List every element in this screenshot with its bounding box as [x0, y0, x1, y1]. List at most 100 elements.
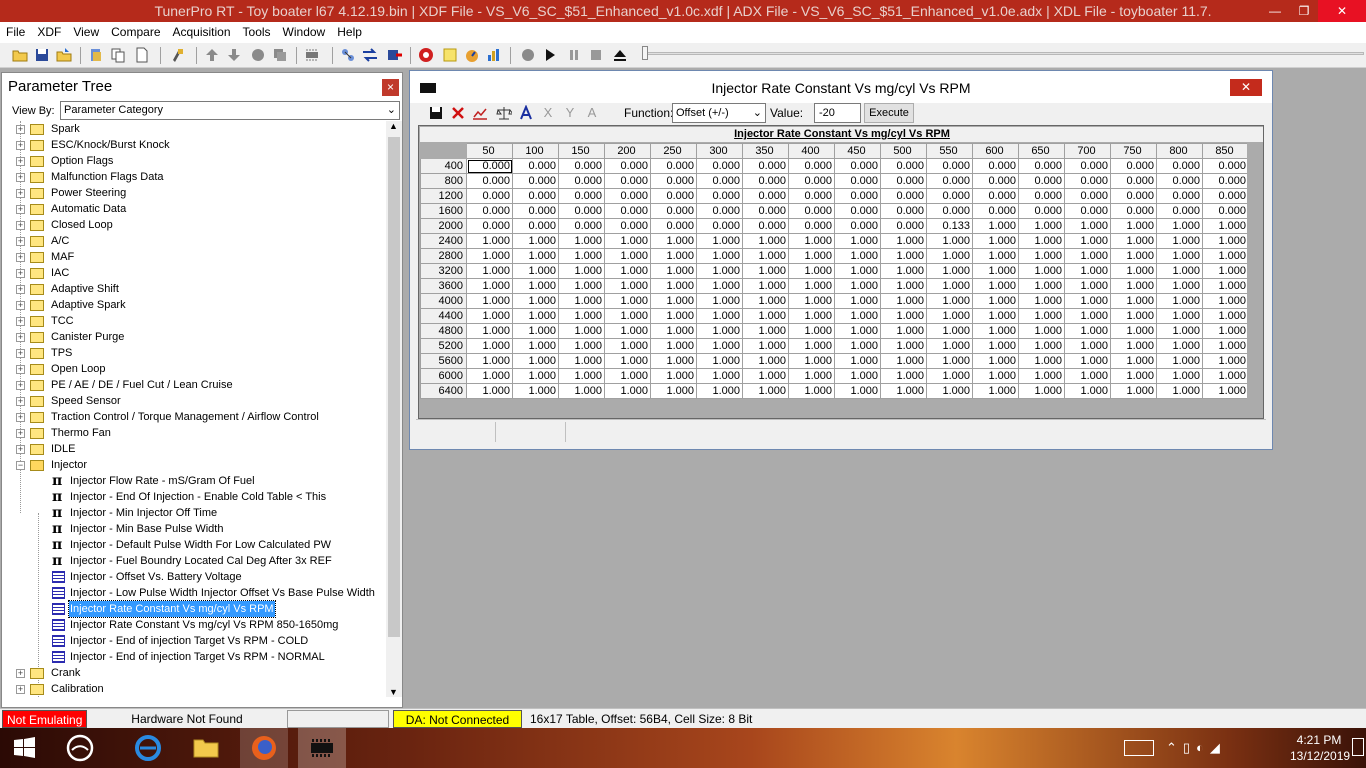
table-cell[interactable]: 1.000 [926, 248, 973, 264]
table-cell[interactable]: 0.000 [466, 173, 513, 189]
table-cell[interactable]: 0.000 [1156, 158, 1203, 174]
table-cell[interactable]: 1.000 [650, 323, 697, 339]
tree-category-esc-knock[interactable]: + ESC/Knock/Burst Knock [2, 137, 386, 153]
compare-scale-icon[interactable] [496, 105, 512, 121]
tree-category-crank[interactable]: + Crank [2, 665, 386, 681]
table-cell[interactable]: 0.000 [650, 203, 697, 219]
table-cell[interactable]: 0.000 [880, 173, 927, 189]
table-cell[interactable]: 0.000 [650, 218, 697, 234]
playback-slider-thumb[interactable] [642, 46, 648, 60]
stop-icon[interactable] [588, 47, 604, 63]
table-cell[interactable]: 1.000 [1064, 353, 1111, 369]
table-cell[interactable]: 0.000 [926, 203, 973, 219]
table-cell[interactable]: 1.000 [696, 293, 743, 309]
table-cell[interactable]: 1.000 [512, 263, 559, 279]
column-header[interactable]: 250 [650, 143, 697, 159]
table-cell[interactable]: 1.000 [1110, 383, 1157, 399]
expand-icon[interactable]: + [16, 381, 25, 390]
tree-item-injector-flow-rate[interactable]: π Injector Flow Rate - mS/Gram Of Fuel [2, 473, 386, 489]
row-header[interactable]: 1200 [420, 188, 467, 204]
table-cell[interactable]: 0.000 [1018, 158, 1065, 174]
expand-icon[interactable]: + [16, 413, 25, 422]
tree-category-tps[interactable]: + TPS [2, 345, 386, 361]
table-window-close-button[interactable]: ✕ [1230, 79, 1262, 96]
new-document-icon[interactable] [134, 47, 150, 63]
table-cell[interactable]: 1.000 [1018, 248, 1065, 264]
label-a-icon[interactable]: A [584, 105, 600, 121]
table-cell[interactable]: 0.000 [696, 173, 743, 189]
table-cell[interactable]: 0.000 [558, 158, 605, 174]
table-cell[interactable]: 0.000 [604, 158, 651, 174]
table-cell[interactable]: 1.000 [880, 263, 927, 279]
table-cell[interactable]: 1.000 [1156, 383, 1203, 399]
table-cell[interactable]: 1.000 [1156, 338, 1203, 354]
table-cell[interactable]: 1.000 [650, 293, 697, 309]
table-cell[interactable]: 1.000 [788, 338, 835, 354]
table-cell[interactable]: 0.000 [1064, 188, 1111, 204]
menu-xdf[interactable]: XDF [31, 22, 67, 43]
table-cell[interactable]: 1.000 [1018, 263, 1065, 279]
table-cell[interactable]: 1.000 [466, 383, 513, 399]
table-cell[interactable]: 1.000 [558, 383, 605, 399]
table-cell[interactable]: 1.000 [1064, 338, 1111, 354]
table-cell[interactable]: 1.000 [558, 293, 605, 309]
table-cell[interactable]: 1.000 [1110, 233, 1157, 249]
table-cell[interactable]: 1.000 [1064, 368, 1111, 384]
row-header[interactable]: 400 [420, 158, 467, 174]
tree-category-spark[interactable]: + Spark [2, 121, 386, 137]
table-cell[interactable]: 0.000 [604, 173, 651, 189]
search-circle-icon[interactable] [56, 728, 104, 768]
hardware-icon[interactable] [170, 47, 186, 63]
table-cell[interactable]: 0.000 [926, 173, 973, 189]
table-cell[interactable]: 0.000 [1202, 188, 1249, 204]
table-cell[interactable]: 1.000 [972, 248, 1019, 264]
table-cell[interactable]: 1.000 [880, 308, 927, 324]
table-cell[interactable]: 0.000 [558, 203, 605, 219]
expand-icon[interactable]: + [16, 141, 25, 150]
table-cell[interactable]: 0.000 [1202, 173, 1249, 189]
table-cell[interactable]: 1.000 [696, 383, 743, 399]
function-select[interactable]: Offset (+/-) ⌄ [672, 103, 766, 123]
table-cell[interactable]: 1.000 [1018, 278, 1065, 294]
table-cell[interactable]: 1.000 [834, 248, 881, 264]
table-cell[interactable]: 0.000 [696, 158, 743, 174]
table-cell[interactable]: 1.000 [1202, 368, 1249, 384]
view-by-select[interactable]: Parameter Category ⌄ [60, 101, 400, 120]
row-header[interactable]: 5200 [420, 338, 467, 354]
row-header[interactable]: 2000 [420, 218, 467, 234]
table-cell[interactable]: 1.000 [1156, 353, 1203, 369]
table-cell[interactable]: 1.000 [926, 293, 973, 309]
table-cell[interactable]: 1.000 [880, 323, 927, 339]
graph-icon[interactable] [472, 105, 488, 121]
tree-category-maf[interactable]: + MAF [2, 249, 386, 265]
expand-icon[interactable]: + [16, 237, 25, 246]
table-cell[interactable]: 1.000 [1110, 338, 1157, 354]
tree-category-open-loop[interactable]: + Open Loop [2, 361, 386, 377]
table-cell[interactable]: 1.000 [650, 353, 697, 369]
table-cell[interactable]: 0.000 [466, 203, 513, 219]
table-cell[interactable]: 0.000 [1110, 203, 1157, 219]
table-cell[interactable]: 1.000 [788, 383, 835, 399]
table-cell[interactable]: 1.000 [742, 383, 789, 399]
expand-icon[interactable]: + [16, 349, 25, 358]
table-cell[interactable]: 1.000 [1018, 338, 1065, 354]
touch-keyboard-icon[interactable] [1124, 740, 1154, 756]
table-cell[interactable]: 1.000 [1110, 308, 1157, 324]
table-cell[interactable]: 1.000 [558, 263, 605, 279]
table-cell[interactable]: 1.000 [1156, 233, 1203, 249]
eject-icon[interactable] [612, 47, 628, 63]
execute-button[interactable]: Execute [864, 103, 914, 123]
row-header[interactable]: 2800 [420, 248, 467, 264]
column-header[interactable]: 850 [1202, 143, 1249, 159]
table-cell[interactable]: 1.000 [466, 233, 513, 249]
table-cell[interactable]: 1.000 [512, 233, 559, 249]
expand-icon[interactable]: + [16, 301, 25, 310]
table-cell[interactable]: 1.000 [972, 368, 1019, 384]
table-cell[interactable]: 0.000 [1064, 158, 1111, 174]
arrow-down-icon[interactable] [226, 47, 242, 63]
table-cell[interactable]: 0.000 [604, 188, 651, 204]
table-cell[interactable]: 1.000 [1110, 353, 1157, 369]
table-cell[interactable]: 1.000 [788, 323, 835, 339]
row-header[interactable]: 800 [420, 173, 467, 189]
table-cell[interactable]: 1.000 [788, 233, 835, 249]
